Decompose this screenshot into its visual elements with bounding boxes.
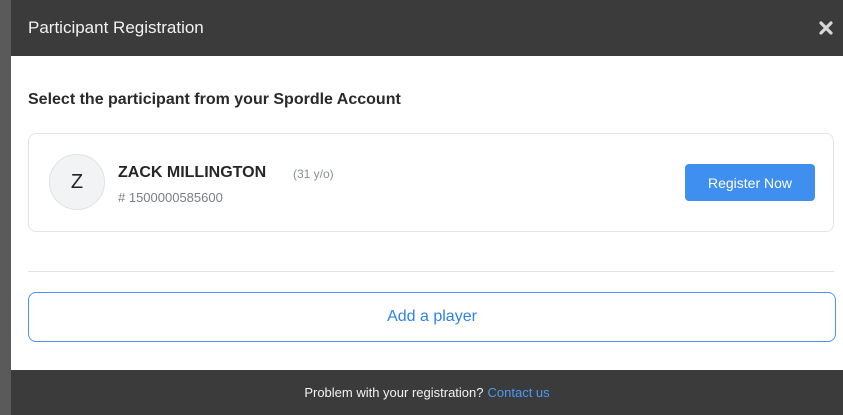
modal-header: Participant Registration: [11, 0, 843, 56]
divider: [28, 271, 834, 272]
section-heading: Select the participant from your Spordle…: [28, 91, 401, 108]
close-icon[interactable]: [817, 19, 835, 37]
register-now-button[interactable]: Register Now: [685, 164, 815, 201]
avatar: Z: [49, 154, 105, 210]
modal-footer: Problem with your registration? Contact …: [11, 370, 843, 415]
modal-title: Participant Registration: [28, 18, 204, 37]
participant-registration-modal: Participant Registration Select the part…: [11, 0, 843, 415]
participant-age: (31 y/o): [293, 167, 334, 181]
participant-card: Z ZACK MILLINGTON (31 y/o) # 15000005856…: [28, 133, 834, 232]
participant-id: # 1500000585600: [118, 190, 223, 205]
participant-name: ZACK MILLINGTON: [118, 164, 267, 181]
contact-us-link[interactable]: Contact us: [488, 385, 550, 400]
add-player-button[interactable]: Add a player: [28, 292, 836, 342]
footer-text: Problem with your registration?: [304, 385, 484, 400]
